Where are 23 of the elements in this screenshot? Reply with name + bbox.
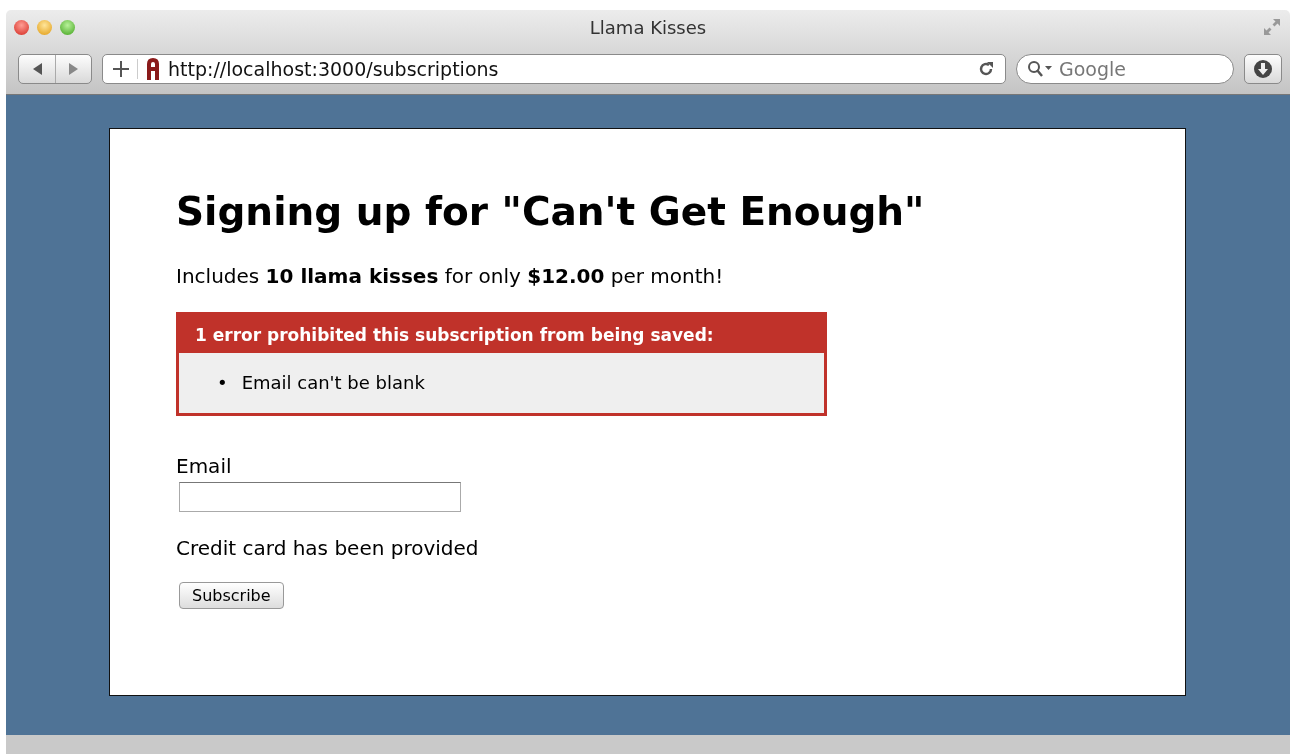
window-title: Llama Kisses	[589, 16, 707, 38]
card-status-text: Credit card has been provided	[176, 536, 480, 560]
fullscreen-icon[interactable]	[1262, 17, 1282, 37]
url-text: http://localhost:3000/subscriptions	[168, 58, 500, 80]
email-field[interactable]	[179, 482, 461, 512]
error-message: Email can't be blank	[241, 371, 425, 395]
bullet: •	[217, 371, 228, 395]
email-label: Email	[176, 454, 233, 478]
search-field[interactable]: Google	[1016, 54, 1234, 84]
site-icon	[146, 58, 160, 80]
right-arrow-icon	[67, 62, 80, 76]
left-arrow-icon	[31, 62, 43, 76]
intro-text: Includes 10 llama kisses for only $12.00 per month!	[176, 264, 725, 288]
page-heading: Signing up for "Can't Get Enough"	[176, 189, 926, 234]
error-title: 1 error prohibited this subscription from being saved:	[179, 315, 824, 353]
close-button[interactable]	[14, 19, 29, 35]
reload-icon[interactable]	[977, 60, 995, 78]
plus-icon[interactable]	[113, 61, 129, 77]
download-button[interactable]	[1244, 54, 1282, 84]
download-icon	[1253, 59, 1273, 79]
address-field[interactable]: http://localhost:3000/subscriptions	[102, 54, 1006, 84]
subscribe-button[interactable]: Subscribe	[179, 582, 284, 609]
search-icon	[1027, 60, 1053, 78]
